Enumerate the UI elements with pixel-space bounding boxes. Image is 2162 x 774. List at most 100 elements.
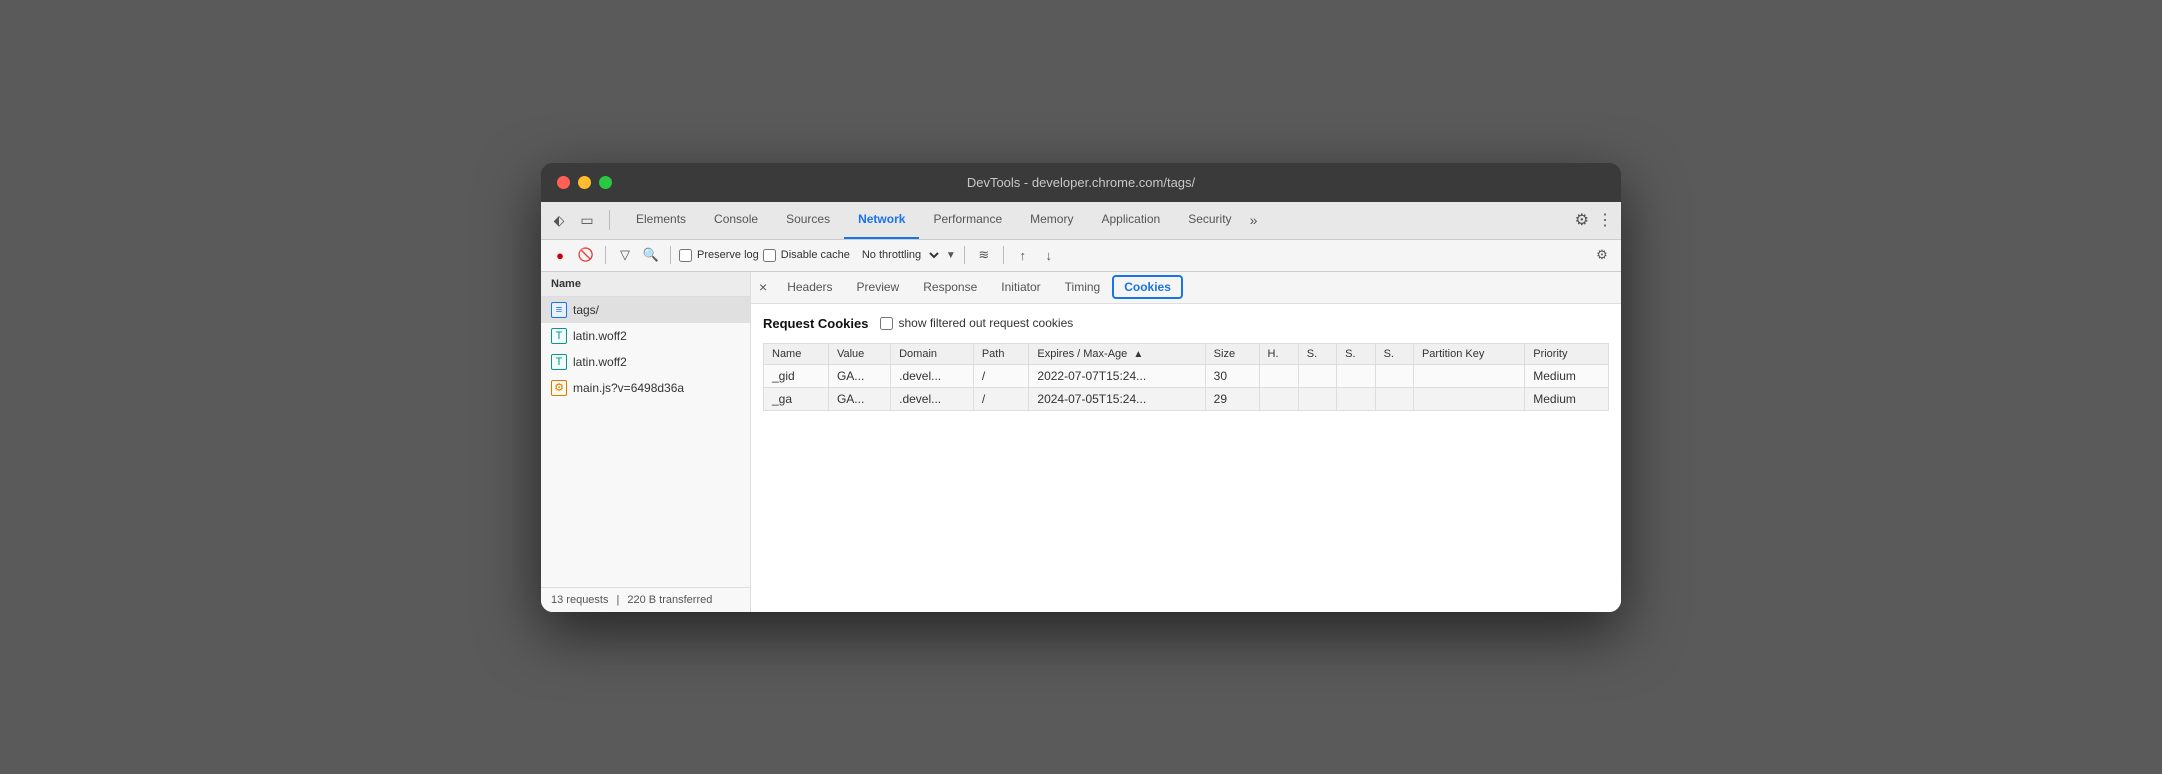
- disable-cache-label[interactable]: Disable cache: [763, 249, 850, 262]
- panel-tab-timing[interactable]: Timing: [1053, 274, 1113, 300]
- traffic-lights: [557, 176, 612, 189]
- toolbar-settings-icon[interactable]: ⚙: [1591, 244, 1613, 266]
- devtools-window: DevTools - developer.chrome.com/tags/ ⬖ …: [541, 163, 1621, 612]
- main-area: Name ≡ tags/ T latin.woff2 T latin.woff2…: [541, 272, 1621, 612]
- cell-s3-1: [1375, 364, 1413, 387]
- cell-s3-2: [1375, 387, 1413, 410]
- cell-s2-2: [1337, 387, 1375, 410]
- filter-button[interactable]: ▽: [614, 244, 636, 266]
- search-button[interactable]: 🔍: [640, 244, 662, 266]
- col-header-size[interactable]: Size: [1205, 343, 1259, 364]
- cell-domain-2: .devel...: [891, 387, 974, 410]
- toolbar-divider-1: [605, 246, 606, 264]
- cookies-table-body: _gid GA... .devel... / 2022-07-07T15:24.…: [764, 364, 1609, 410]
- download-icon[interactable]: ↓: [1038, 244, 1060, 266]
- throttle-select[interactable]: No throttling: [854, 247, 942, 263]
- tab-settings-area: ⚙ ⋮: [1575, 210, 1613, 230]
- disable-cache-checkbox[interactable]: [763, 249, 776, 262]
- cell-expires-2: 2024-07-05T15:24...: [1029, 387, 1205, 410]
- cookies-table-header-row: Name Value Domain Path Expires / Max-Age…: [764, 343, 1609, 364]
- panel-tab-response[interactable]: Response: [911, 274, 989, 300]
- transferred-size: 220 B transferred: [627, 594, 712, 606]
- cell-value-1: GA...: [828, 364, 890, 387]
- col-header-value[interactable]: Value: [828, 343, 890, 364]
- maximize-button[interactable]: [599, 176, 612, 189]
- toolbar-right: ⚙: [1591, 244, 1613, 266]
- settings-icon[interactable]: ⚙: [1575, 210, 1589, 230]
- cell-h-1: [1259, 364, 1298, 387]
- col-header-priority[interactable]: Priority: [1525, 343, 1609, 364]
- panel-tab-cookies[interactable]: Cookies: [1112, 275, 1183, 299]
- col-header-name[interactable]: Name: [764, 343, 829, 364]
- col-header-domain[interactable]: Domain: [891, 343, 974, 364]
- tab-console[interactable]: Console: [700, 201, 772, 239]
- table-row[interactable]: _gid GA... .devel... / 2022-07-07T15:24.…: [764, 364, 1609, 387]
- cursor-icon[interactable]: ⬖: [549, 210, 569, 230]
- col-header-expires[interactable]: Expires / Max-Age ▲: [1029, 343, 1205, 364]
- cell-s2-1: [1337, 364, 1375, 387]
- cookies-header: Request Cookies show filtered out reques…: [763, 316, 1609, 331]
- panel-tab-headers[interactable]: Headers: [775, 274, 844, 300]
- col-header-path[interactable]: Path: [973, 343, 1029, 364]
- panel-tab-initiator[interactable]: Initiator: [989, 274, 1052, 300]
- panel-close-button[interactable]: ×: [759, 279, 767, 295]
- network-toolbar: ● 🚫 ▽ 🔍 Preserve log Disable cache No th…: [541, 240, 1621, 272]
- cell-s1-2: [1298, 387, 1336, 410]
- upload-icon[interactable]: ↑: [1012, 244, 1034, 266]
- device-icon[interactable]: ▭: [577, 210, 597, 230]
- minimize-button[interactable]: [578, 176, 591, 189]
- col-header-s3[interactable]: S.: [1375, 343, 1413, 364]
- cookies-table: Name Value Domain Path Expires / Max-Age…: [763, 343, 1609, 411]
- tab-sources[interactable]: Sources: [772, 201, 844, 239]
- window-title: DevTools - developer.chrome.com/tags/: [967, 175, 1195, 190]
- sidebar-item-label-latin1: latin.woff2: [573, 329, 627, 343]
- col-header-partition-key[interactable]: Partition Key: [1413, 343, 1524, 364]
- tab-performance[interactable]: Performance: [919, 201, 1016, 239]
- cell-h-2: [1259, 387, 1298, 410]
- tab-security[interactable]: Security: [1174, 201, 1245, 239]
- table-row[interactable]: _ga GA... .devel... / 2024-07-05T15:24..…: [764, 387, 1609, 410]
- sidebar-item-latin1[interactable]: T latin.woff2: [541, 323, 750, 349]
- more-options-icon[interactable]: ⋮: [1597, 210, 1613, 230]
- close-button[interactable]: [557, 176, 570, 189]
- block-requests-button[interactable]: 🚫: [575, 244, 597, 266]
- cell-name-1: _gid: [764, 364, 829, 387]
- footer-divider: |: [616, 594, 619, 606]
- sidebar-item-mainjs[interactable]: ⚙ main.js?v=6498d36a: [541, 375, 750, 401]
- show-filtered-checkbox[interactable]: [880, 317, 893, 330]
- tab-network[interactable]: Network: [844, 201, 919, 239]
- file-icon-mainjs: ⚙: [551, 380, 567, 396]
- wifi-icon[interactable]: ≋: [973, 244, 995, 266]
- cell-s1-1: [1298, 364, 1336, 387]
- tab-icons: ⬖ ▭: [549, 210, 610, 230]
- panel-tab-preview[interactable]: Preview: [845, 274, 912, 300]
- tab-elements[interactable]: Elements: [622, 201, 700, 239]
- cell-path-1: /: [973, 364, 1029, 387]
- cell-expires-1: 2022-07-07T15:24...: [1029, 364, 1205, 387]
- preserve-log-label[interactable]: Preserve log: [679, 249, 759, 262]
- sidebar-item-latin2[interactable]: T latin.woff2: [541, 349, 750, 375]
- network-sidebar: Name ≡ tags/ T latin.woff2 T latin.woff2…: [541, 272, 751, 612]
- tab-application[interactable]: Application: [1087, 201, 1174, 239]
- show-filtered-label[interactable]: show filtered out request cookies: [880, 316, 1073, 330]
- sidebar-item-tags[interactable]: ≡ tags/: [541, 297, 750, 323]
- col-header-h[interactable]: H.: [1259, 343, 1298, 364]
- cell-size-1: 30: [1205, 364, 1259, 387]
- content-area: × Headers Preview Response Initiator Tim…: [751, 272, 1621, 612]
- preserve-log-checkbox[interactable]: [679, 249, 692, 262]
- file-icon-latin1: T: [551, 328, 567, 344]
- record-button[interactable]: ●: [549, 244, 571, 266]
- cell-name-2: _ga: [764, 387, 829, 410]
- cookies-panel: Request Cookies show filtered out reques…: [751, 304, 1621, 612]
- cookies-title: Request Cookies: [763, 316, 868, 331]
- file-icon-tags: ≡: [551, 302, 567, 318]
- throttle-arrow-icon: ▼: [946, 250, 956, 261]
- devtools-body: ⬖ ▭ Elements Console Sources Network Per…: [541, 202, 1621, 612]
- cell-partition-key-1: [1413, 364, 1524, 387]
- col-header-s1[interactable]: S.: [1298, 343, 1336, 364]
- more-tabs-button[interactable]: »: [1250, 212, 1258, 228]
- tab-memory[interactable]: Memory: [1016, 201, 1087, 239]
- col-header-s2[interactable]: S.: [1337, 343, 1375, 364]
- cookies-table-head: Name Value Domain Path Expires / Max-Age…: [764, 343, 1609, 364]
- cell-path-2: /: [973, 387, 1029, 410]
